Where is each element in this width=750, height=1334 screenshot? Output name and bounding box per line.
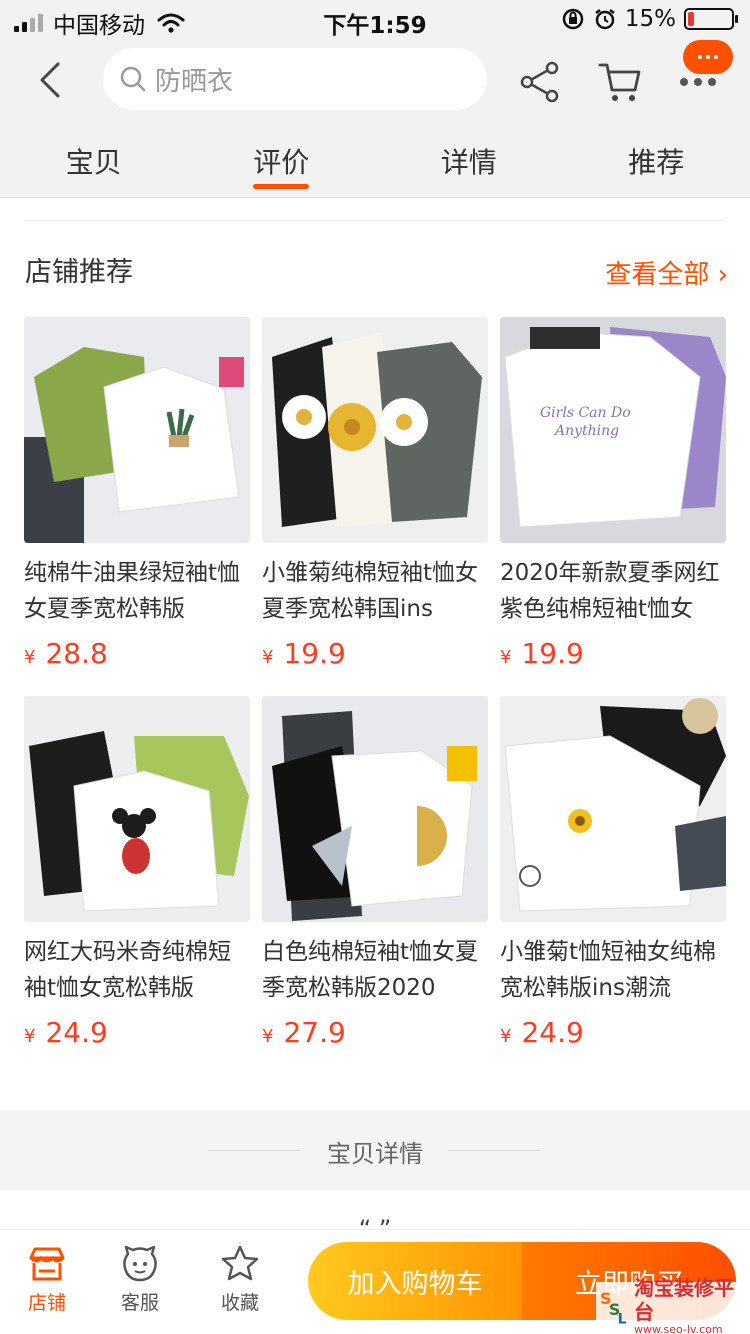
price-value: 24.9 xyxy=(45,1016,108,1049)
watermark: S S L 淘宝装修平台 www.seo-lv.com xyxy=(596,1276,744,1334)
shop-recommend-section: 店铺推荐 查看全部 › 纯棉牛油果绿短袖t恤女夏季宽松韩版 ¥28.8 小雏菊纯… xyxy=(0,198,750,1110)
currency-symbol: ¥ xyxy=(24,647,36,668)
product-image[interactable] xyxy=(262,696,488,922)
message-icon[interactable] xyxy=(683,40,733,74)
product-price: ¥24.9 xyxy=(24,1016,250,1049)
alarm-icon xyxy=(595,9,615,30)
product-card[interactable]: 小雏菊t恤短袖女纯棉宽松韩版ins潮流 ¥24.9 xyxy=(500,696,726,1049)
svg-text:Anything: Anything xyxy=(553,423,619,439)
watermark-url: www.seo-lv.com xyxy=(634,1323,723,1334)
product-title[interactable]: 2020年新款夏季网红紫色纯棉短袖t恤女 xyxy=(500,555,726,627)
status-right: 15% xyxy=(561,6,738,32)
service-label: 客服 xyxy=(120,1292,159,1314)
divider-line xyxy=(448,1150,540,1151)
currency-symbol: ¥ xyxy=(262,1026,274,1047)
shop-icon xyxy=(29,1247,65,1281)
product-price: ¥19.9 xyxy=(500,637,726,670)
price-value: 24.9 xyxy=(521,1016,584,1049)
rotation-lock-icon xyxy=(562,8,584,30)
tab-recommend[interactable]: 推荐 xyxy=(563,118,750,197)
product-card[interactable]: 白色纯棉短袖t恤女夏季宽松韩版2020 ¥27.9 xyxy=(262,696,488,1049)
search-placeholder: 防晒衣 xyxy=(155,66,234,97)
see-all-label: 查看全部 xyxy=(605,260,710,290)
price-value: 27.9 xyxy=(283,1016,346,1049)
more-dot-icon xyxy=(680,78,688,86)
battery-percent: 15% xyxy=(624,6,676,32)
product-title[interactable]: 小雏菊t恤短袖女纯棉宽松韩版ins潮流 xyxy=(500,934,726,1006)
price-value: 19.9 xyxy=(283,637,346,670)
more-dot-icon xyxy=(694,78,702,86)
product-card[interactable]: 小雏菊纯棉短袖t恤女夏季宽松韩国ins ¥19.9 xyxy=(262,317,488,670)
product-image[interactable] xyxy=(262,317,488,543)
search-input[interactable]: 防晒衣 xyxy=(103,48,487,110)
svg-text:Girls Can Do: Girls Can Do xyxy=(540,405,631,421)
tab-bar: 宝贝 评价 详情 推荐 xyxy=(0,118,750,198)
product-price: ¥27.9 xyxy=(262,1016,488,1049)
product-title[interactable]: 纯棉牛油果绿短袖t恤女夏季宽松韩版 xyxy=(24,555,250,627)
star-icon xyxy=(221,1245,259,1281)
product-image[interactable] xyxy=(500,696,726,922)
back-icon xyxy=(40,62,60,98)
search-icon xyxy=(120,66,146,92)
currency-symbol: ¥ xyxy=(262,647,274,668)
customer-service-icon xyxy=(123,1245,157,1282)
product-title[interactable]: 网红大码米奇纯棉短袖t恤女宽松韩版 xyxy=(24,934,250,1006)
product-card[interactable]: Girls Can Do Anything 2020年新款夏季网红紫色纯棉短袖t… xyxy=(500,317,726,670)
tab-review[interactable]: 评价 xyxy=(188,118,376,197)
product-image[interactable] xyxy=(24,696,250,922)
customer-service-button[interactable]: 客服 xyxy=(110,1244,170,1315)
cart-icon[interactable] xyxy=(597,60,643,104)
product-price: ¥19.9 xyxy=(262,637,488,670)
favorite-label: 收藏 xyxy=(220,1292,259,1314)
section-title: 店铺推荐 xyxy=(25,257,133,288)
product-grid: 纯棉牛油果绿短袖t恤女夏季宽松韩版 ¥28.8 小雏菊纯棉短袖t恤女夏季宽松韩国… xyxy=(24,317,726,1049)
section-divider xyxy=(25,220,725,221)
price-value: 19.9 xyxy=(521,637,584,670)
more-dot-icon xyxy=(708,78,716,86)
back-button[interactable] xyxy=(28,58,72,102)
watermark-text: 淘宝装修平台 www.seo-lv.com xyxy=(634,1276,740,1334)
nav-bar: 防晒衣 xyxy=(0,40,750,118)
shop-button[interactable]: 店铺 xyxy=(17,1244,77,1315)
shop-label: 店铺 xyxy=(27,1292,66,1314)
see-all-link[interactable]: 查看全部 › xyxy=(605,254,728,291)
battery-level xyxy=(688,12,694,26)
tab-item[interactable]: 宝贝 xyxy=(0,118,188,197)
tab-detail[interactable]: 详情 xyxy=(375,118,563,197)
product-image[interactable] xyxy=(24,317,250,543)
watermark-name: 淘宝装修平台 xyxy=(634,1276,735,1324)
detail-header: 宝贝详情 xyxy=(0,1110,750,1190)
currency-symbol: ¥ xyxy=(24,1026,36,1047)
price-value: 28.8 xyxy=(45,637,108,670)
svg-text:L: L xyxy=(618,1312,627,1326)
currency-symbol: ¥ xyxy=(500,1026,512,1047)
product-price: ¥28.8 xyxy=(24,637,250,670)
add-to-cart-button[interactable]: 加入购物车 xyxy=(308,1242,522,1320)
favorite-button[interactable]: 收藏 xyxy=(210,1244,270,1315)
share-icon[interactable] xyxy=(518,60,562,104)
watermark-logo: S S L xyxy=(600,1289,627,1326)
product-image[interactable]: Girls Can Do Anything xyxy=(500,317,726,543)
chevron-right-icon: › xyxy=(717,260,728,290)
product-card[interactable]: 网红大码米奇纯棉短袖t恤女宽松韩版 ¥24.9 xyxy=(24,696,250,1049)
product-price: ¥24.9 xyxy=(500,1016,726,1049)
currency-symbol: ¥ xyxy=(500,647,512,668)
product-title[interactable]: 小雏菊纯棉短袖t恤女夏季宽松韩国ins xyxy=(262,555,488,627)
product-card[interactable]: 纯棉牛油果绿短袖t恤女夏季宽松韩版 ¥28.8 xyxy=(24,317,250,670)
bottom-action-bar: 店铺 客服 收藏 加入购物车 立即购买 S S L 淘宝装修平台 www.seo… xyxy=(0,1230,750,1334)
detail-title: 宝贝详情 xyxy=(327,1140,423,1168)
battery-icon xyxy=(684,8,738,30)
status-bar: 中国移动 下午1:59 15% xyxy=(0,0,750,40)
product-title[interactable]: 白色纯棉短袖t恤女夏季宽松韩版2020 xyxy=(262,934,488,1006)
